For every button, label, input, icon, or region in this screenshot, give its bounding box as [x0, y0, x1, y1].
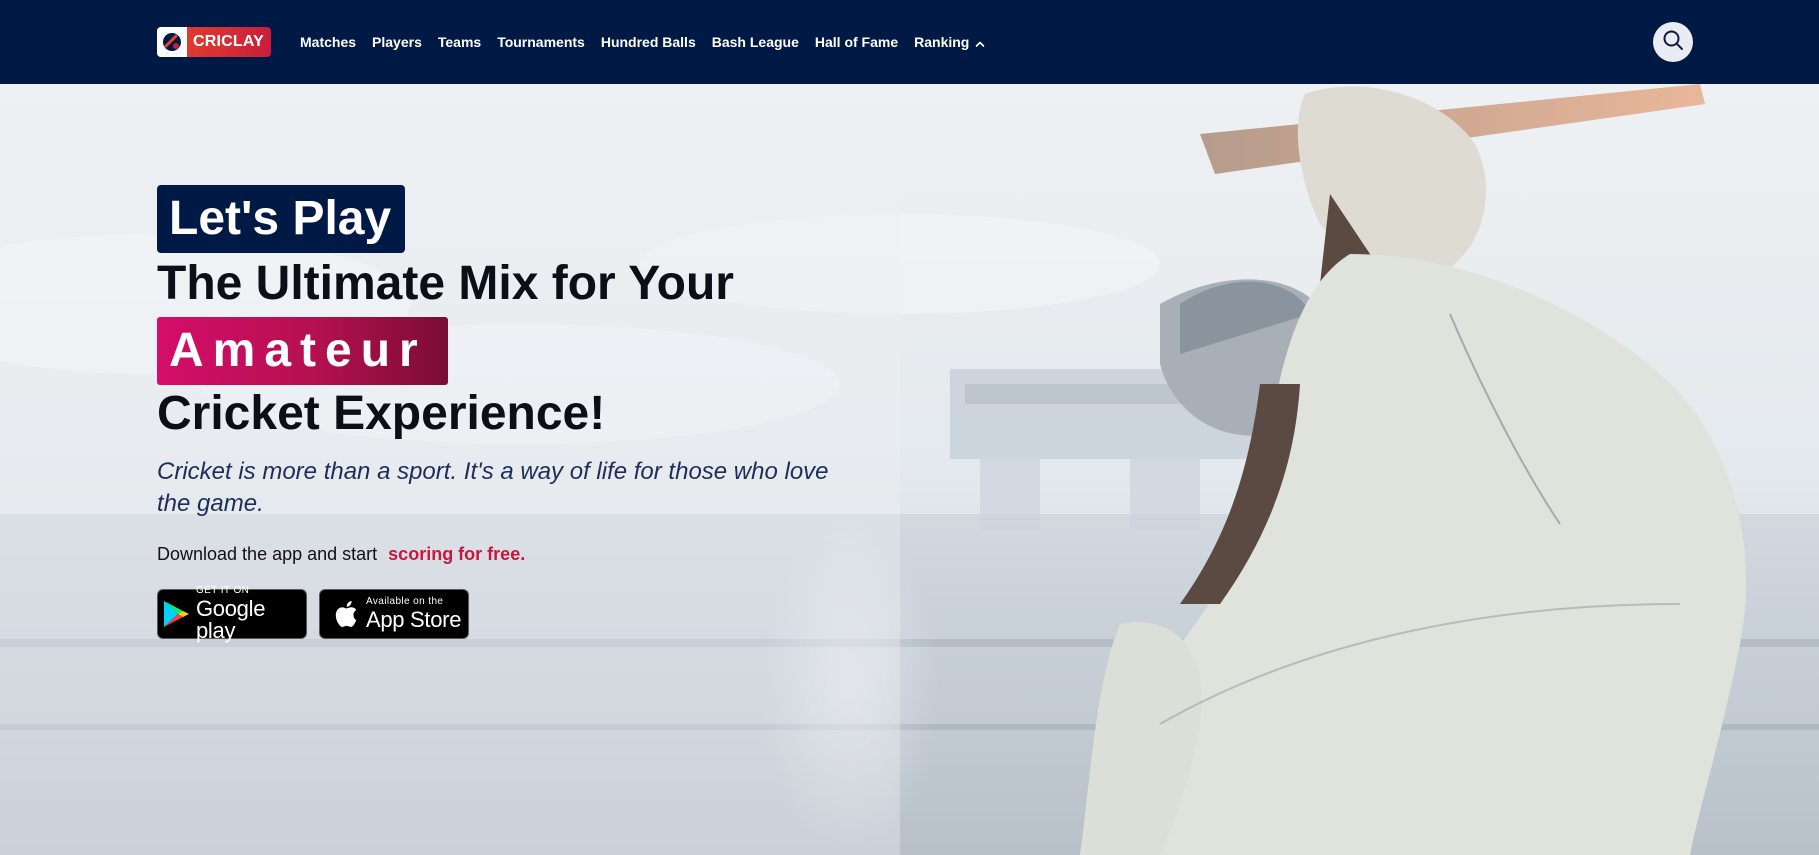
top-navbar: CRICLAY Matches Players Teams Tournament…: [0, 0, 1819, 84]
nav-ranking-label: Ranking: [914, 34, 970, 50]
amateur-highlight-badge: Amateur: [157, 317, 448, 385]
nav-teams[interactable]: Teams: [438, 34, 481, 50]
nav-hundred-balls[interactable]: Hundred Balls: [601, 34, 696, 50]
nav-bash-league[interactable]: Bash League: [712, 34, 799, 50]
main-nav: Matches Players Teams Tournaments Hundre…: [300, 0, 1001, 84]
app-store-big-text: App Store: [366, 607, 462, 632]
nav-tournaments[interactable]: Tournaments: [497, 34, 585, 50]
app-store-small-text: Available on the: [366, 596, 444, 607]
brand-name: CRICLAY: [193, 33, 265, 50]
download-prompt: Download the app and start scoring for f…: [157, 544, 525, 565]
search-icon: [1662, 29, 1684, 56]
nav-ranking-dropdown[interactable]: Ranking: [914, 33, 985, 51]
chevron-up-icon: [975, 35, 985, 51]
hero-section: Let's Play The Ultimate Mix for Your Ama…: [0, 84, 1819, 855]
nav-players[interactable]: Players: [372, 34, 422, 50]
lets-play-badge: Let's Play: [157, 185, 405, 253]
google-play-small-text: GET IT ON: [196, 585, 250, 596]
app-store-button[interactable]: Available on the App Store: [319, 589, 469, 639]
logo-mark-icon: [157, 27, 187, 57]
hero-tagline: Cricket is more than a sport. It's a way…: [157, 458, 829, 517]
hero-heading-line2: Cricket Experience!: [157, 387, 606, 440]
apple-icon: [332, 599, 358, 629]
download-highlight: scoring for free.: [388, 544, 526, 564]
google-play-big-text: Google play: [196, 596, 266, 643]
google-play-button[interactable]: GET IT ON Google play: [157, 585, 307, 643]
search-button[interactable]: [1653, 22, 1693, 62]
google-play-icon: [162, 599, 190, 629]
nav-matches[interactable]: Matches: [300, 34, 356, 50]
nav-hall-of-fame[interactable]: Hall of Fame: [815, 34, 898, 50]
brand-logo[interactable]: CRICLAY: [157, 27, 271, 57]
hero-heading-line1: The Ultimate Mix for Your: [157, 257, 734, 310]
download-text: Download the app and start: [157, 544, 378, 564]
